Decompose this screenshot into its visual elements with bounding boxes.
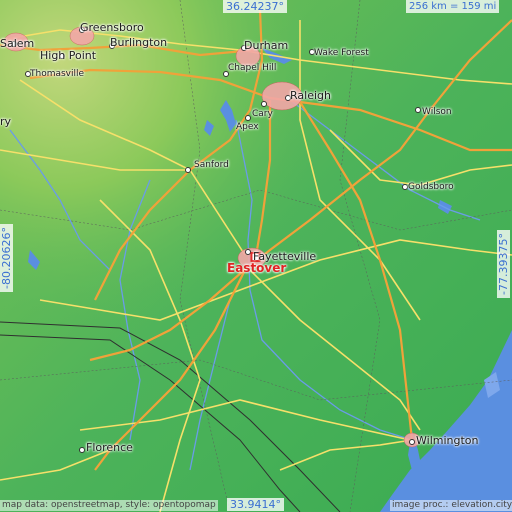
- city-label-ry: ry: [0, 115, 12, 128]
- city-label-wilmington: Wilmington: [416, 434, 479, 447]
- longitude-left-label: -80.20626°: [0, 224, 13, 292]
- city-label-wake-forest: Wake Forest: [314, 48, 369, 58]
- longitude-right-label: -77.39375°: [497, 230, 510, 298]
- city-label-florence: Florence: [86, 441, 133, 454]
- city-label-raleigh: Raleigh: [290, 89, 331, 102]
- target-place-label: Eastover: [227, 261, 287, 275]
- topographic-map[interactable]: Greensboro Salem Burlington High Point T…: [0, 0, 512, 512]
- city-label-goldsboro: Goldsboro: [408, 182, 454, 192]
- city-label-sanford: Sanford: [194, 160, 229, 170]
- city-label-chapel-hill: Chapel Hill: [228, 63, 277, 73]
- sanford-dot: [185, 167, 191, 173]
- scale-label: 256 km = 159 mi: [406, 0, 500, 13]
- city-label-greensboro: Greensboro: [80, 21, 144, 34]
- city-label-wilson: Wilson: [422, 107, 452, 117]
- apex-dot: [245, 115, 251, 121]
- city-label-cary: Cary: [252, 109, 273, 119]
- cary-dot: [261, 101, 267, 107]
- wilson-dot: [415, 107, 421, 113]
- city-label-salem: Salem: [0, 37, 35, 50]
- fayetteville-dot: [245, 249, 251, 255]
- wilmington-dot: [409, 439, 415, 445]
- city-label-high-point: High Point: [40, 49, 97, 62]
- image-processing-credit: image proc.: elevation.city: [390, 500, 512, 511]
- map-data-credit: map data: openstreetmap, style: opentopo…: [0, 500, 218, 511]
- latitude-top-label: 36.24237°: [223, 0, 287, 13]
- city-label-thomasville: Thomasville: [30, 69, 85, 79]
- city-label-burlington: Burlington: [110, 36, 168, 49]
- goldsboro-dot: [402, 184, 408, 190]
- florence-dot: [79, 447, 85, 453]
- latitude-bottom-label: 33.9414°: [227, 498, 284, 511]
- city-label-durham: Durham: [244, 39, 289, 52]
- city-label-apex: Apex: [236, 122, 259, 132]
